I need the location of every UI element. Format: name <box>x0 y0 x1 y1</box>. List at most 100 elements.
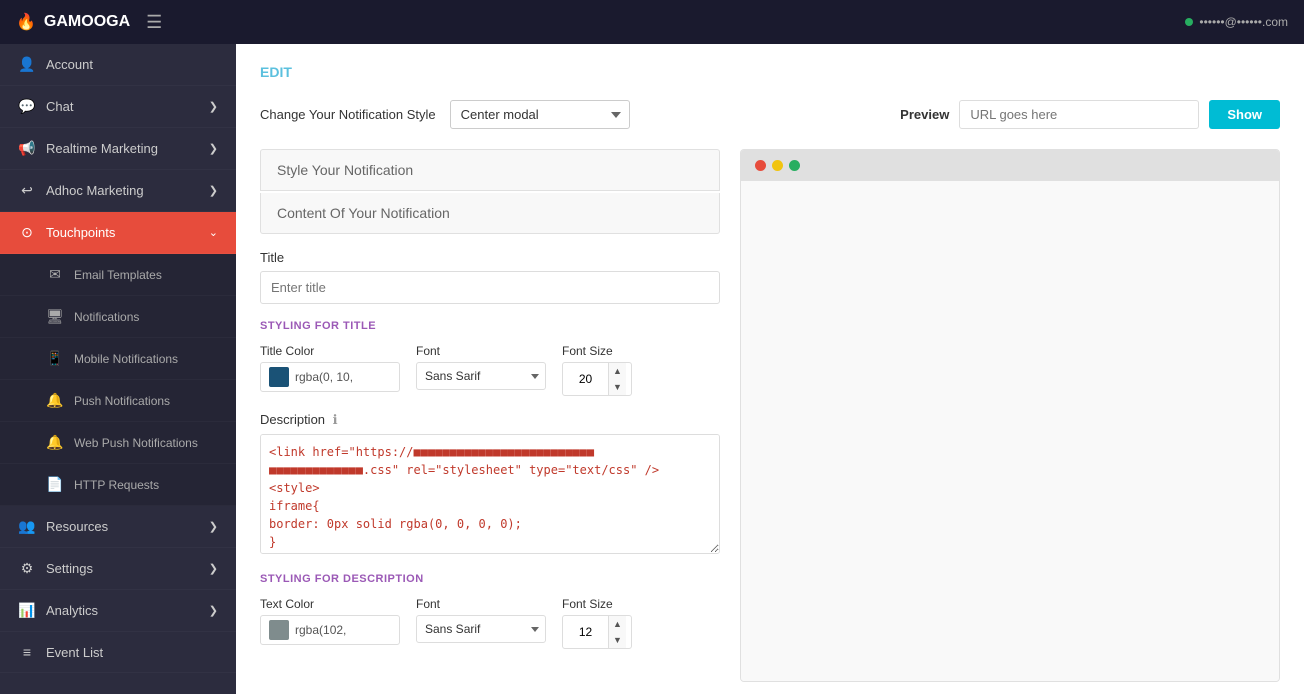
logo: 🔥 GAMOOGA <box>16 12 130 32</box>
title-fontsize-col: Font Size ▲ ▼ <box>562 344 632 396</box>
preview-panel <box>740 149 1280 682</box>
chevron-icon: ❯ <box>209 100 218 113</box>
title-font-col: Font Sans Sarif Arial Verdana Georgia Ti… <box>416 344 546 390</box>
description-label: Description ℹ <box>260 412 720 428</box>
realtime-icon: 📢 <box>18 140 36 157</box>
sidebar-item-resources[interactable]: 👥 Resources ❯ <box>0 506 236 548</box>
chat-icon: 💬 <box>18 98 36 115</box>
title-fontsize-down[interactable]: ▼ <box>609 379 626 395</box>
desc-style-row: Text Color rgba(102, Font Sans Sarif Ari… <box>260 597 720 649</box>
title-font-select[interactable]: Sans Sarif Arial Verdana Georgia Times N… <box>416 362 546 390</box>
title-color-col: Title Color rgba(0, 10, <box>260 344 400 392</box>
sidebar-item-label: Resources <box>46 519 108 534</box>
description-group: Description ℹ <link href="https://■■■■■■… <box>260 412 720 557</box>
chevron-icon: ❯ <box>209 142 218 155</box>
settings-icon: ⚙ <box>18 560 36 577</box>
desc-fontsize-arrows: ▲ ▼ <box>608 616 626 648</box>
sidebar-item-label: Chat <box>46 99 73 114</box>
sidebar-item-label: Touchpoints <box>46 225 115 240</box>
sidebar-item-push-notifications[interactable]: 🔔 Push Notifications <box>0 380 236 422</box>
desc-fontsize-wrap: ▲ ▼ <box>562 615 632 649</box>
account-icon: 👤 <box>18 56 36 73</box>
sidebar-item-label: Notifications <box>74 310 139 324</box>
browser-bar <box>741 150 1279 181</box>
sidebar-item-web-push-notifications[interactable]: 🔔 Web Push Notifications <box>0 422 236 464</box>
main-content: EDIT Change Your Notification Style Cent… <box>236 44 1304 694</box>
sidebar-item-email-templates[interactable]: ✉ Email Templates <box>0 254 236 296</box>
chevron-icon: ❯ <box>209 520 218 533</box>
styling-desc-section: STYLING FOR DESCRIPTION Text Color rgba(… <box>260 573 720 649</box>
top-nav: 🔥 GAMOOGA ☰ ••••••@••••••.com <box>0 0 1304 44</box>
title-label: Title <box>260 250 720 265</box>
desc-fontsize-up[interactable]: ▲ <box>609 616 626 632</box>
hamburger-icon[interactable]: ☰ <box>146 12 162 33</box>
title-fontsize-label: Font Size <box>562 344 632 358</box>
notification-style-select[interactable]: Center modal Top bar Bottom bar Slide in <box>450 100 630 129</box>
preview-url-input[interactable] <box>959 100 1199 129</box>
content-area: Style Your Notification Content Of Your … <box>260 149 1280 682</box>
title-font-label: Font <box>416 344 546 358</box>
desc-color-value: rgba(102, <box>295 623 346 637</box>
title-color-value: rgba(0, 10, <box>295 370 353 384</box>
preview-section: Preview Show <box>900 100 1280 129</box>
adhoc-icon: ↩ <box>18 182 36 199</box>
sidebar-item-label: Adhoc Marketing <box>46 183 144 198</box>
sidebar-item-realtime-marketing[interactable]: 📢 Realtime Marketing ❯ <box>0 128 236 170</box>
sidebar-item-http-requests[interactable]: 📄 HTTP Requests <box>0 464 236 506</box>
desc-color-col: Text Color rgba(102, <box>260 597 400 645</box>
desc-color-picker[interactable]: rgba(102, <box>260 615 400 645</box>
browser-dot-yellow <box>772 160 783 171</box>
sidebar-item-account[interactable]: 👤 Account <box>0 44 236 86</box>
sidebar-sub-touchpoints: ✉ Email Templates 🖥 Notifications 📱 Mobi… <box>0 254 236 506</box>
description-info-icon: ℹ <box>333 412 338 427</box>
resources-icon: 👥 <box>18 518 36 535</box>
user-email: ••••••@••••••.com <box>1199 15 1288 29</box>
styling-title-header: STYLING FOR TITLE <box>260 320 720 332</box>
desc-color-label: Text Color <box>260 597 400 611</box>
sidebar-item-label: Account <box>46 57 93 72</box>
sidebar-item-label: Analytics <box>46 603 98 618</box>
desc-font-select[interactable]: Sans Sarif Arial Verdana Georgia Times N… <box>416 615 546 643</box>
desc-fontsize-input[interactable] <box>563 620 608 644</box>
sidebar-item-analytics[interactable]: 📊 Analytics ❯ <box>0 590 236 632</box>
title-fontsize-up[interactable]: ▲ <box>609 363 626 379</box>
list-icon: ≡ <box>18 644 36 660</box>
description-textarea[interactable]: <link href="https://■■■■■■■■■■■■■■■■■■■■… <box>260 434 720 554</box>
desc-fontsize-down[interactable]: ▼ <box>609 632 626 648</box>
sidebar-item-label: HTTP Requests <box>74 478 159 492</box>
edit-header: EDIT <box>260 64 1280 80</box>
sidebar-item-label: Settings <box>46 561 93 576</box>
chevron-down-icon: ⌄ <box>209 226 218 239</box>
sidebar-item-mobile-notifications[interactable]: 📱 Mobile Notifications <box>0 338 236 380</box>
form-panel: Style Your Notification Content Of Your … <box>260 149 720 682</box>
title-color-picker[interactable]: rgba(0, 10, <box>260 362 400 392</box>
touchpoints-icon: ⊙ <box>18 224 36 241</box>
desc-font-label: Font <box>416 597 546 611</box>
sidebar: 👤 Account 💬 Chat ❯ 📢 Realtime Marketing … <box>0 44 236 694</box>
title-input[interactable] <box>260 271 720 304</box>
desc-fontsize-label: Font Size <box>562 597 632 611</box>
sidebar-item-label: Mobile Notifications <box>74 352 178 366</box>
analytics-icon: 📊 <box>18 602 36 619</box>
title-style-row: Title Color rgba(0, 10, Font Sans Sarif … <box>260 344 720 396</box>
style-section-header: Style Your Notification <box>260 149 720 191</box>
logo-text: GAMOOGA <box>44 13 130 31</box>
title-color-swatch <box>269 367 289 387</box>
sidebar-item-label: Realtime Marketing <box>46 141 158 156</box>
sidebar-item-touchpoints[interactable]: ⊙ Touchpoints ⌄ <box>0 212 236 254</box>
content-section-header: Content Of Your Notification <box>260 193 720 234</box>
top-controls-row: Change Your Notification Style Center mo… <box>260 100 1280 129</box>
show-button[interactable]: Show <box>1209 100 1280 129</box>
browser-dot-green <box>789 160 800 171</box>
title-fontsize-input[interactable] <box>563 367 608 391</box>
browser-dot-red <box>755 160 766 171</box>
monitor-icon: 🖥 <box>46 308 64 325</box>
sidebar-item-chat[interactable]: 💬 Chat ❯ <box>0 86 236 128</box>
sidebar-item-notifications[interactable]: 🖥 Notifications <box>0 296 236 338</box>
sidebar-item-adhoc-marketing[interactable]: ↩ Adhoc Marketing ❯ <box>0 170 236 212</box>
sidebar-item-event-list[interactable]: ≡ Event List <box>0 632 236 673</box>
chevron-icon: ❯ <box>209 184 218 197</box>
email-icon: ✉ <box>46 266 64 283</box>
user-info: ••••••@••••••.com <box>1185 15 1288 29</box>
sidebar-item-settings[interactable]: ⚙ Settings ❯ <box>0 548 236 590</box>
